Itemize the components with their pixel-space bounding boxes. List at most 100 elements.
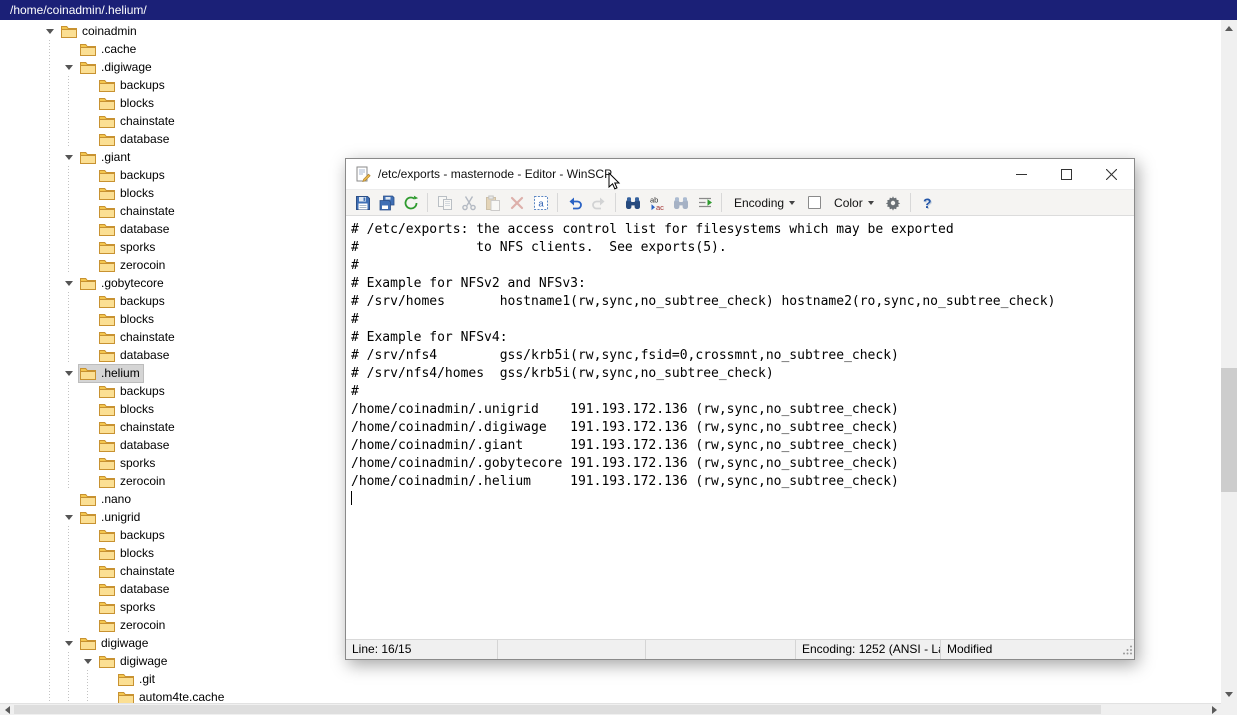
vertical-scroll-thumb[interactable] xyxy=(1221,368,1237,492)
tree-item-body[interactable]: zerocoin xyxy=(98,473,168,490)
tree-item-.digiwage[interactable]: .digiwage xyxy=(0,58,1205,76)
collapse-arrow-icon[interactable] xyxy=(59,58,79,76)
tree-item-body[interactable]: chainstate xyxy=(98,563,178,580)
collapse-arrow-icon[interactable] xyxy=(59,148,79,166)
scroll-right-arrow-icon[interactable] xyxy=(1207,704,1221,715)
tree-item-body[interactable]: chainstate xyxy=(98,419,178,436)
maximize-icon[interactable] xyxy=(1044,159,1089,189)
save-all-button[interactable] xyxy=(375,191,398,214)
copy-button[interactable] xyxy=(433,191,456,214)
minimize-icon[interactable] xyxy=(999,159,1044,189)
tree-item-body[interactable]: backups xyxy=(98,293,168,310)
tree-selected-item[interactable]: .helium xyxy=(78,363,144,383)
editor-line[interactable]: # /srv/nfs4 gss/krb5i(rw,sync,fsid=0,cro… xyxy=(351,347,1134,365)
tree-item-body[interactable]: sporks xyxy=(98,455,158,472)
collapse-arrow-icon[interactable] xyxy=(40,22,60,40)
tree-item-body[interactable]: blocks xyxy=(98,401,157,418)
help-button[interactable]: ? xyxy=(916,191,939,214)
redo-button[interactable] xyxy=(587,191,610,214)
scroll-up-arrow-icon[interactable] xyxy=(1221,20,1237,37)
editor-line[interactable]: # /etc/exports: the access control list … xyxy=(351,221,1134,239)
vertical-scrollbar[interactable] xyxy=(1221,20,1237,703)
tree-item-backups[interactable]: backups xyxy=(0,76,1205,94)
editor-line[interactable]: # Example for NFSv2 and NFSv3: xyxy=(351,275,1134,293)
editor-line[interactable]: /home/coinadmin/.giant 191.193.172.136 (… xyxy=(351,437,1134,455)
editor-line[interactable]: /home/coinadmin/.helium 191.193.172.136 … xyxy=(351,473,1134,491)
tree-item-blocks[interactable]: blocks xyxy=(0,94,1205,112)
editor-line[interactable]: # /srv/homes hostname1(rw,sync,no_subtre… xyxy=(351,293,1134,311)
find-next-button[interactable] xyxy=(669,191,692,214)
color-button[interactable]: Color xyxy=(827,191,881,214)
paste-button[interactable] xyxy=(481,191,504,214)
close-icon[interactable] xyxy=(1089,159,1134,189)
encoding-button[interactable]: Encoding xyxy=(727,191,802,214)
tree-item-body[interactable]: database xyxy=(98,581,172,598)
horizontal-scroll-thumb[interactable] xyxy=(14,705,1101,714)
save-button[interactable] xyxy=(351,191,374,214)
editor-line[interactable]: /home/coinadmin/.digiwage 191.193.172.13… xyxy=(351,419,1134,437)
scroll-left-arrow-icon[interactable] xyxy=(0,704,14,715)
tree-item-coinadmin[interactable]: coinadmin xyxy=(0,22,1205,40)
tree-item-body[interactable]: backups xyxy=(98,167,168,184)
tree-item-body[interactable]: blocks xyxy=(98,95,157,112)
collapse-arrow-icon[interactable] xyxy=(59,634,79,652)
editor-title-bar[interactable]: /etc/exports - masternode - Editor - Win… xyxy=(346,159,1134,189)
horizontal-scrollbar[interactable] xyxy=(0,703,1221,715)
tree-item-body[interactable]: backups xyxy=(98,77,168,94)
tree-item-body[interactable]: digiwage xyxy=(98,653,170,670)
editor-line[interactable]: # xyxy=(351,383,1134,401)
preferences-button[interactable] xyxy=(882,191,905,214)
scroll-down-arrow-icon[interactable] xyxy=(1221,686,1237,703)
tree-item-body[interactable]: chainstate xyxy=(98,113,178,130)
tree-item-body[interactable]: backups xyxy=(98,527,168,544)
tree-item-chainstate[interactable]: chainstate xyxy=(0,112,1205,130)
tree-item-body[interactable]: sporks xyxy=(98,599,158,616)
collapse-arrow-icon[interactable] xyxy=(59,364,79,382)
collapse-arrow-icon[interactable] xyxy=(59,274,79,292)
select-all-button[interactable]: a xyxy=(529,191,552,214)
cut-button[interactable] xyxy=(457,191,480,214)
editor-line[interactable]: # Example for NFSv4: xyxy=(351,329,1134,347)
replace-button[interactable]: ab ac xyxy=(645,191,668,214)
tree-item-body[interactable]: zerocoin xyxy=(98,257,168,274)
tree-item-body[interactable]: coinadmin xyxy=(60,23,140,40)
tree-item-.git[interactable]: .git xyxy=(0,670,1205,688)
tree-item-body[interactable]: .giant xyxy=(79,149,133,166)
tree-item-body[interactable]: zerocoin xyxy=(98,617,168,634)
editor-line[interactable]: /home/coinadmin/.unigrid 191.193.172.136… xyxy=(351,401,1134,419)
editor-line[interactable]: # to NFS clients. See exports(5). xyxy=(351,239,1134,257)
tree-item-body[interactable]: blocks xyxy=(98,545,157,562)
reload-button[interactable] xyxy=(399,191,422,214)
tree-item-body[interactable]: blocks xyxy=(98,185,157,202)
tree-item-body[interactable]: .nano xyxy=(79,491,134,508)
tree-item-body[interactable]: .digiwage xyxy=(79,59,155,76)
find-button[interactable] xyxy=(621,191,644,214)
tree-item-body[interactable]: database xyxy=(98,131,172,148)
tree-item-body[interactable]: .gobytecore xyxy=(79,275,167,292)
tree-item-body[interactable]: .git xyxy=(117,671,158,688)
editor-line[interactable]: /home/coinadmin/.gobytecore 191.193.172.… xyxy=(351,455,1134,473)
tree-item-body[interactable]: database xyxy=(98,437,172,454)
tree-item-body[interactable]: database xyxy=(98,347,172,364)
tree-item-body[interactable]: digiwage xyxy=(79,635,151,652)
tree-item-body[interactable]: blocks xyxy=(98,311,157,328)
resize-grip-icon[interactable] xyxy=(1122,644,1133,658)
tree-item-body[interactable]: chainstate xyxy=(98,203,178,220)
color-checkbox[interactable] xyxy=(808,196,822,209)
undo-button[interactable] xyxy=(563,191,586,214)
tree-item-body[interactable]: .cache xyxy=(79,41,139,58)
tree-item-body[interactable]: database xyxy=(98,221,172,238)
tree-item-body[interactable]: chainstate xyxy=(98,329,178,346)
tree-item-.cache[interactable]: .cache xyxy=(0,40,1205,58)
editor-text-area[interactable]: # /etc/exports: the access control list … xyxy=(346,216,1134,639)
editor-line[interactable]: # xyxy=(351,311,1134,329)
tree-item-body[interactable]: .unigrid xyxy=(79,509,143,526)
tree-item-body[interactable]: sporks xyxy=(98,239,158,256)
collapse-arrow-icon[interactable] xyxy=(59,508,79,526)
editor-line[interactable] xyxy=(351,491,1134,509)
tree-item-database[interactable]: database xyxy=(0,130,1205,148)
collapse-arrow-icon[interactable] xyxy=(78,652,98,670)
editor-line[interactable]: # xyxy=(351,257,1134,275)
delete-button[interactable] xyxy=(505,191,528,214)
go-to-line-button[interactable] xyxy=(693,191,716,214)
